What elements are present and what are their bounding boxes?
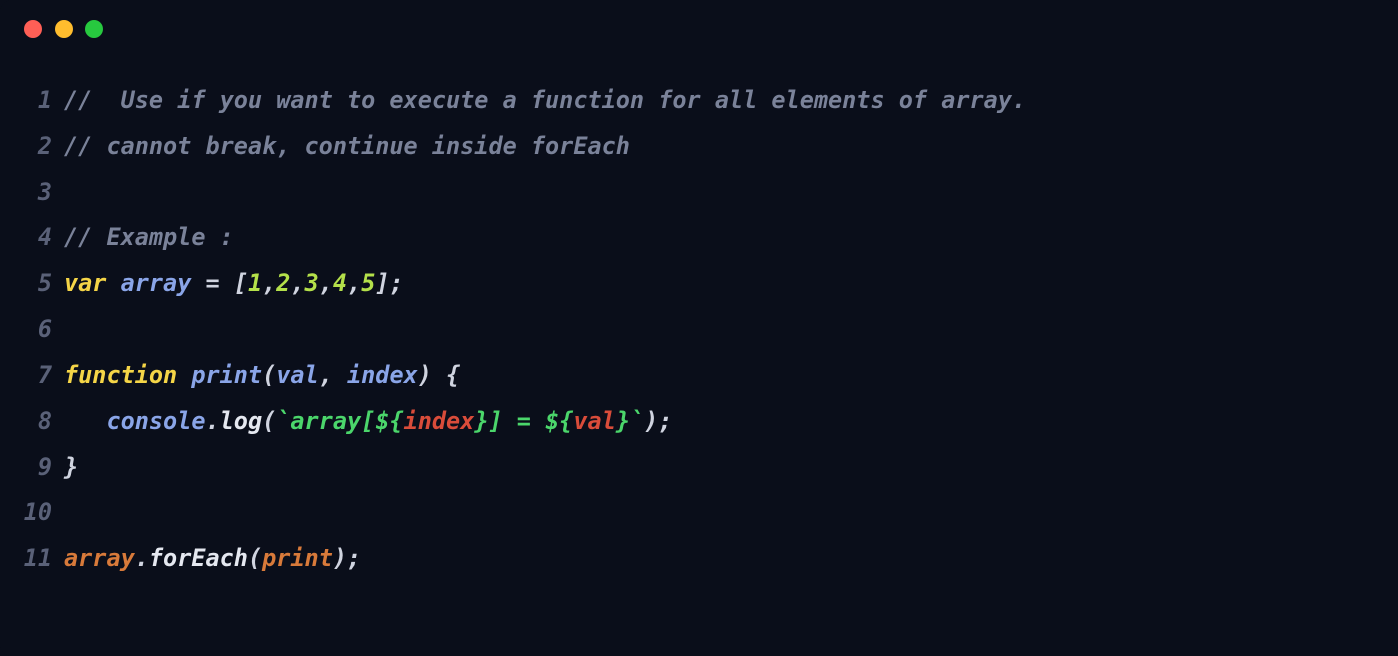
minimize-icon[interactable] [55,20,73,38]
close-icon[interactable] [24,20,42,38]
code-token: `array[ [276,407,375,435]
code-content: // Example : [64,215,1378,261]
code-content: } [64,445,1378,491]
code-token: index [347,361,418,389]
code-editor[interactable]: 1// Use if you want to execute a functio… [0,48,1398,602]
code-line: 5var array = [1,2,3,4,5]; [20,261,1378,307]
code-token: . [135,544,149,572]
code-token: ${ [545,407,573,435]
code-token: [ [234,269,248,297]
code-token: val [276,361,318,389]
code-token: ( [248,544,262,572]
code-token: , [347,269,361,297]
line-number: 8 [20,399,64,445]
line-number: 9 [20,445,64,491]
code-line: 7function print(val, index) { [20,353,1378,399]
code-token: . [206,407,220,435]
code-token: ( [262,361,276,389]
line-number: 5 [20,261,64,307]
code-token: 1 [248,269,262,297]
code-token: } [64,453,78,481]
code-line: 6 [20,307,1378,353]
code-token: ); [333,544,361,572]
code-token: 5 [361,269,375,297]
code-line: 8 console.log(`array[${index}] = ${val}`… [20,399,1378,445]
code-token: array [64,544,135,572]
code-token: print [262,544,333,572]
zoom-icon[interactable] [85,20,103,38]
code-token: { [446,361,460,389]
code-token: val [573,407,615,435]
code-token [106,269,120,297]
code-token: // cannot break, continue inside forEach [64,132,630,160]
code-token: log [220,407,262,435]
code-token: index [404,407,475,435]
code-token: function [64,361,177,389]
line-number: 2 [20,124,64,170]
code-token: , [262,269,276,297]
code-token: print [191,361,262,389]
code-token [177,361,191,389]
code-content: // Use if you want to execute a function… [64,78,1378,124]
code-token: , [319,269,333,297]
code-window: 1// Use if you want to execute a functio… [0,0,1398,656]
code-token: forEach [149,544,248,572]
line-number: 1 [20,78,64,124]
code-token: } [616,407,630,435]
code-token: 3 [305,269,319,297]
line-number: 10 [20,490,64,536]
code-line: 1// Use if you want to execute a functio… [20,78,1378,124]
code-token [64,407,106,435]
code-token: , [290,269,304,297]
code-token: ]; [375,269,403,297]
code-token [191,269,205,297]
code-token: ` [630,407,644,435]
line-number: 4 [20,215,64,261]
code-line: 2// cannot break, continue inside forEac… [20,124,1378,170]
code-token: , [319,361,347,389]
code-content: function print(val, index) { [64,353,1378,399]
line-number: 3 [20,170,64,216]
code-token: } [474,407,488,435]
window-titlebar [0,0,1398,48]
code-token [220,269,234,297]
code-content [64,490,1378,536]
code-line: 4// Example : [20,215,1378,261]
code-token: ); [644,407,672,435]
code-token: 2 [276,269,290,297]
code-token: ${ [375,407,403,435]
code-content: array.forEach(print); [64,536,1378,582]
code-token: ( [262,407,276,435]
code-line: 10 [20,490,1378,536]
line-number: 7 [20,353,64,399]
code-line: 9} [20,445,1378,491]
code-token: // Use if you want to execute a function… [64,86,1026,114]
line-number: 11 [20,536,64,582]
code-content [64,307,1378,353]
code-token: ) [418,361,432,389]
code-token: 4 [333,269,347,297]
code-content [64,170,1378,216]
code-token: // Example : [64,223,234,251]
code-content: // cannot break, continue inside forEach [64,124,1378,170]
code-token: array [121,269,192,297]
code-token: console [106,407,205,435]
code-token: = [206,269,220,297]
code-content: var array = [1,2,3,4,5]; [64,261,1378,307]
code-line: 11array.forEach(print); [20,536,1378,582]
code-token [432,361,446,389]
code-line: 3 [20,170,1378,216]
code-token: var [64,269,106,297]
code-content: console.log(`array[${index}] = ${val}`); [64,399,1378,445]
code-token: ] = [489,407,546,435]
line-number: 6 [20,307,64,353]
